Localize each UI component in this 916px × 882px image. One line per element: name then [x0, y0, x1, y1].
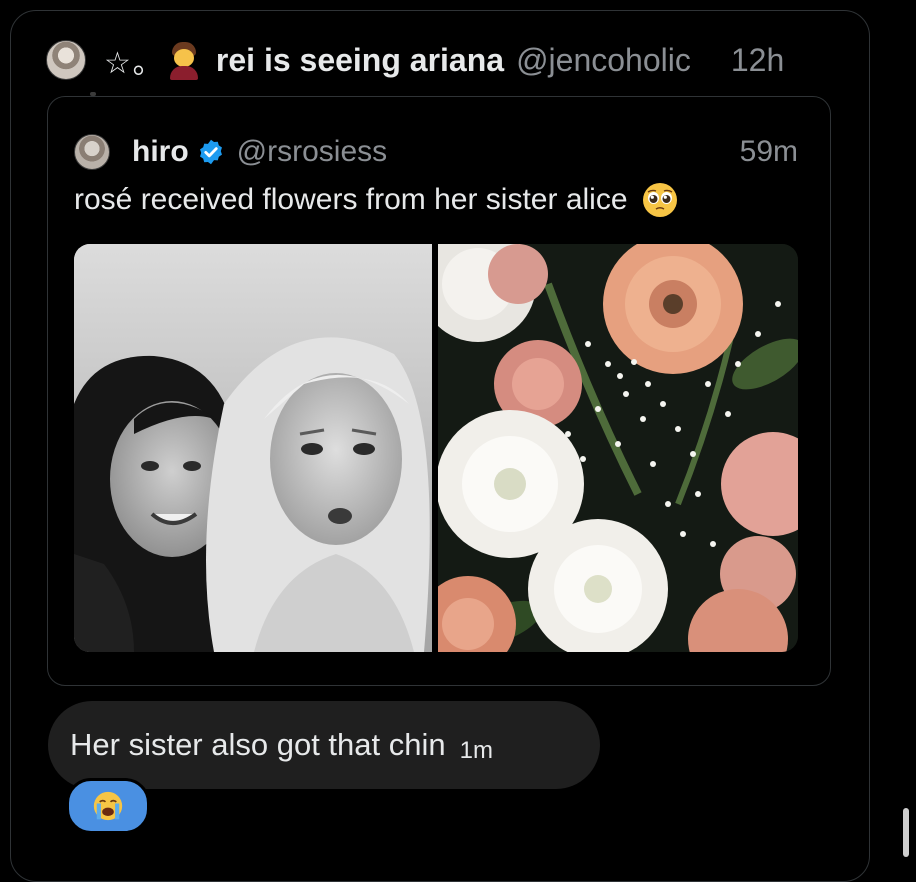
comment-timestamp: 1m — [459, 737, 493, 764]
flower-bouquet-illustration — [438, 244, 798, 652]
avatar[interactable] — [46, 40, 86, 80]
verified-badge-icon — [199, 139, 222, 165]
post-media[interactable] — [74, 244, 798, 652]
post-timestamp[interactable]: 12h — [731, 42, 784, 79]
user-handle[interactable]: @jencoholic — [516, 42, 691, 79]
photo-two-women[interactable] — [74, 244, 432, 652]
photo-two-women-illustration — [74, 244, 432, 652]
loudly-crying-face-icon — [93, 791, 123, 821]
quoted-avatar[interactable] — [74, 134, 110, 170]
quoted-post-body: rosé received flowers from her sister al… — [74, 183, 628, 216]
scrollbar[interactable] — [903, 808, 909, 857]
post-header: ☆｡ rei is seeing ariana @jencoholic 12h — [46, 36, 846, 84]
photo-flower-bouquet[interactable] — [438, 244, 798, 652]
quoted-post-text: rosé received flowers from her sister al… — [74, 182, 678, 218]
quoted-handle[interactable]: @rsrosiess — [237, 135, 387, 169]
comment-bubble[interactable]: Her sister also got that chin 1m — [48, 701, 600, 789]
quoted-display-name[interactable]: hiro — [132, 135, 189, 169]
vampire-emoji-icon — [166, 40, 202, 80]
star-decoration: ☆｡ — [104, 47, 150, 80]
pleading-face-icon — [642, 183, 677, 217]
quoted-timestamp[interactable]: 59m — [740, 135, 798, 169]
quoted-post-header: hiro @rsrosiess 59m — [74, 132, 798, 172]
reaction-button[interactable] — [66, 778, 150, 834]
comment-text: Her sister also got that chin — [70, 727, 446, 762]
display-name[interactable]: rei is seeing ariana — [216, 42, 504, 79]
